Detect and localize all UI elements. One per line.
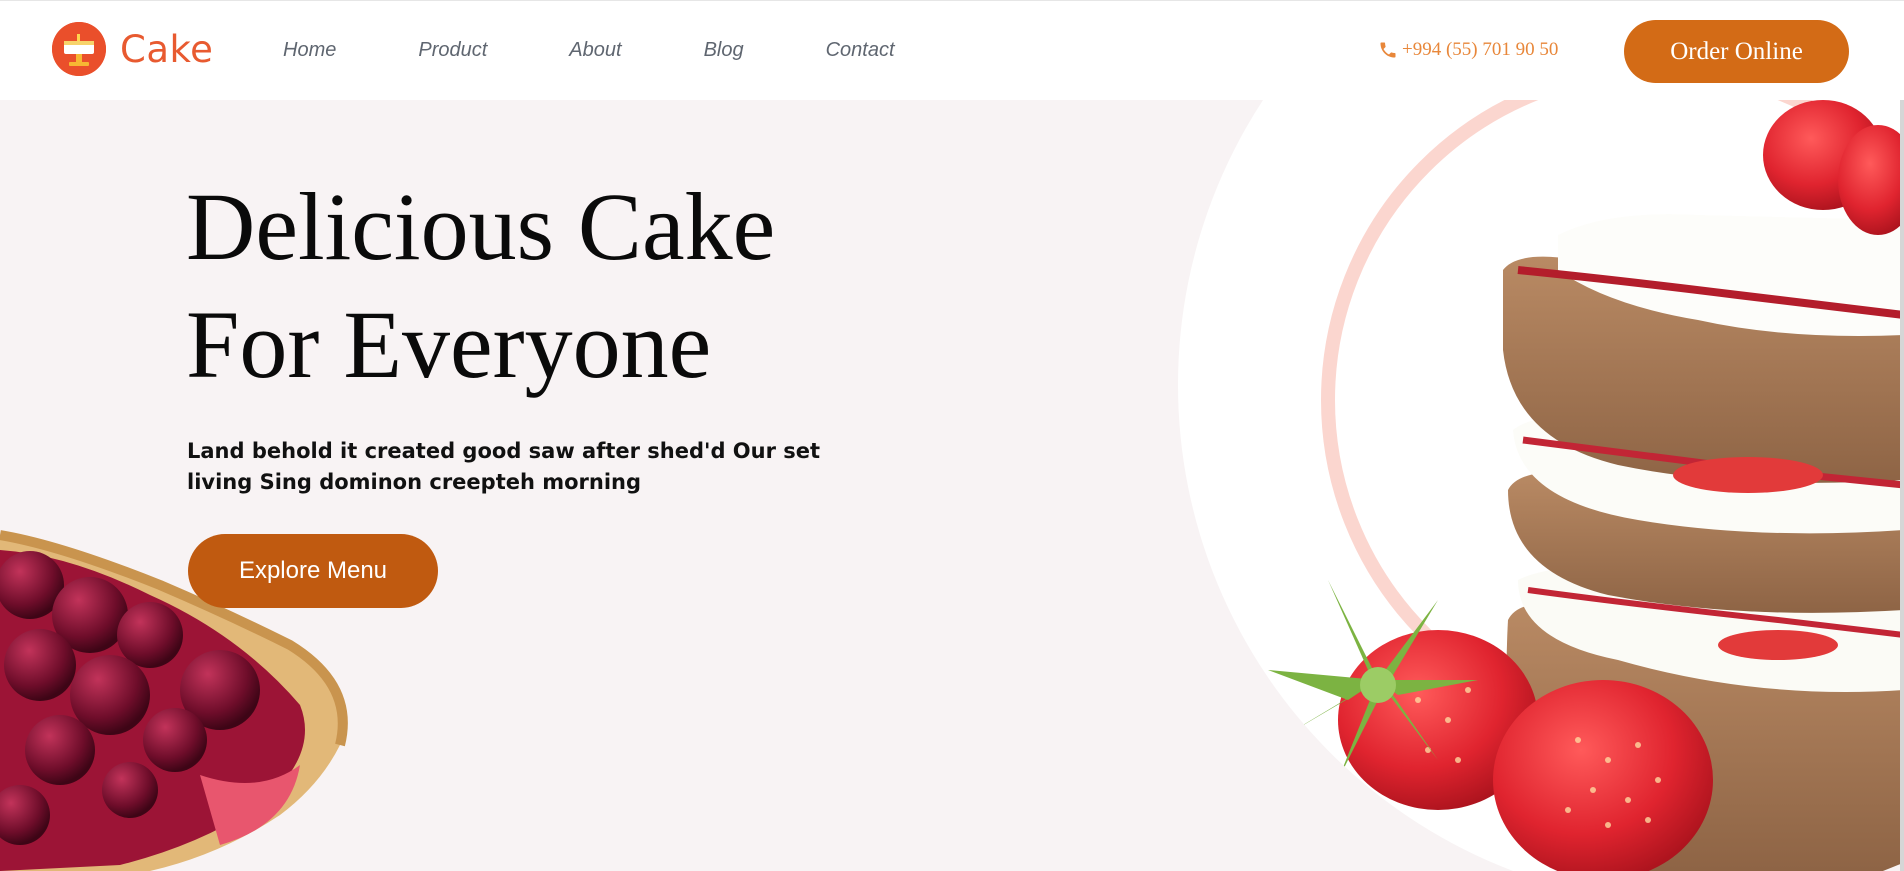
hero-subtitle: Land behold it created good saw after sh… [187, 439, 821, 494]
nav-about[interactable]: About [569, 39, 621, 62]
phone-number: +994 (55) 701 90 50 [1402, 39, 1559, 60]
main-nav: Home Product About Blog Contact [283, 39, 977, 62]
hero-title-line1: Delicious Cake [186, 173, 776, 280]
hero-title-line2: For Everyone [186, 291, 712, 398]
site-header: Cake Home Product About Blog Contact +99… [0, 0, 1904, 100]
cake-logo-icon [52, 22, 106, 76]
nav-product[interactable]: Product [418, 39, 487, 62]
hero-title: Delicious Cake For Everyone [186, 168, 775, 404]
order-online-button[interactable]: Order Online [1624, 20, 1849, 83]
explore-menu-button[interactable]: Explore Menu [188, 534, 438, 608]
nav-contact[interactable]: Contact [826, 39, 895, 62]
logo-text: Cake [120, 27, 214, 71]
nav-home[interactable]: Home [283, 39, 336, 62]
nav-blog[interactable]: Blog [704, 39, 744, 62]
phone-link[interactable]: +994 (55) 701 90 50 [1378, 39, 1558, 61]
landing-page: Delicious Cake For Everyone Land behold … [0, 0, 1904, 871]
cake-hero-image [1138, 100, 1904, 871]
logo-link[interactable]: Cake [52, 21, 213, 77]
phone-icon [1378, 40, 1398, 60]
scrollbar[interactable] [1900, 0, 1904, 871]
